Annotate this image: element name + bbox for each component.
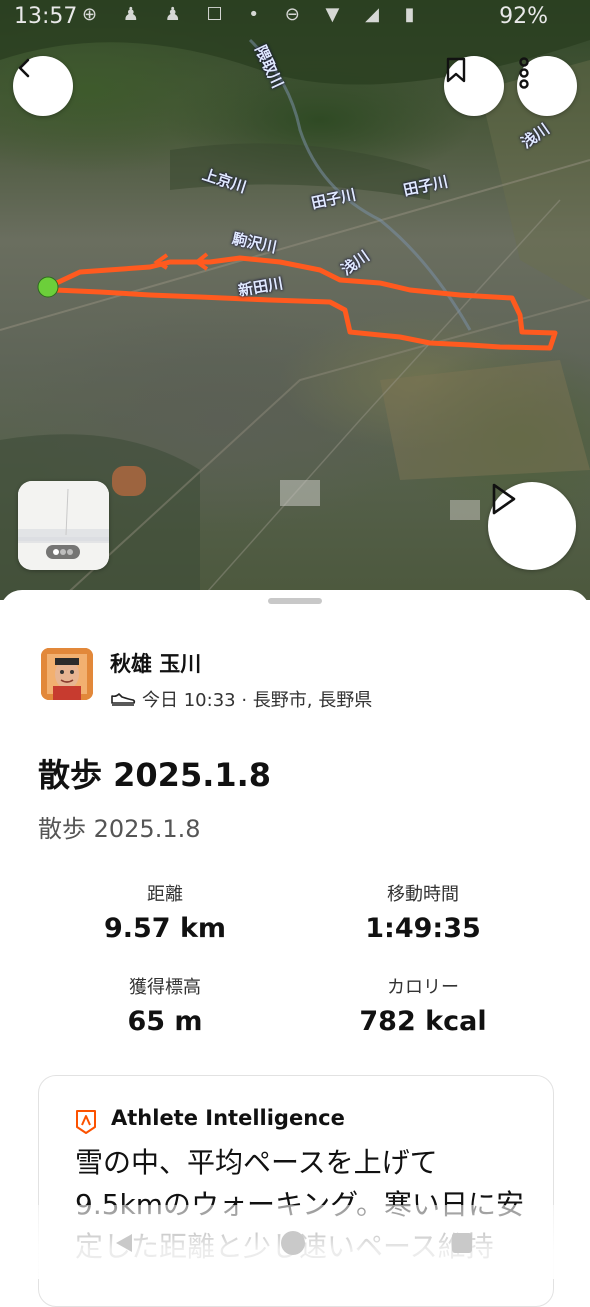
more-options-button[interactable] bbox=[517, 56, 577, 116]
back-button[interactable] bbox=[13, 56, 73, 116]
nav-back-icon[interactable] bbox=[112, 1231, 136, 1255]
stat-calories: カロリー 782 kcal bbox=[298, 973, 548, 1037]
activity-meta: 今日 10:33 · 長野市, 長野県 bbox=[110, 686, 372, 712]
route-map[interactable]: 隈取川 上京川 田子川 田子川 駒沢川 浅川 新田川 浅川 13:57 ⊕ ♟ … bbox=[0, 0, 590, 600]
more-vertical-icon bbox=[519, 57, 529, 89]
play-flyover-button[interactable] bbox=[488, 482, 576, 570]
media-thumbnail[interactable] bbox=[18, 481, 109, 570]
stat-value: 65 m bbox=[127, 1006, 203, 1037]
stat-value: 9.57 km bbox=[103, 913, 227, 944]
nav-home-icon[interactable] bbox=[279, 1229, 307, 1257]
status-bar: 13:57 ⊕ ♟ ♟ ☐ • ⊖ ▼ ◢ ▮ 92% bbox=[0, 0, 590, 36]
start-marker bbox=[37, 276, 59, 298]
bookmark-icon bbox=[446, 57, 466, 83]
battery-level: 92% bbox=[499, 4, 548, 29]
activity-date-location: 今日 10:33 · 長野市, 長野県 bbox=[142, 690, 373, 711]
athlete-name[interactable]: 秋雄 玉川 bbox=[110, 648, 201, 678]
stat-distance: 距離 9.57 km bbox=[40, 880, 290, 944]
stat-label: 距離 bbox=[147, 884, 183, 905]
play-icon bbox=[492, 483, 516, 515]
nav-recents-icon[interactable] bbox=[450, 1231, 474, 1255]
stat-label: カロリー bbox=[387, 977, 459, 998]
activity-details-sheet[interactable]: 秋雄 玉川 今日 10:33 · 長野市, 長野県 散歩 2025.1.8 散歩… bbox=[0, 590, 590, 1307]
activity-description: 散歩 2025.1.8 bbox=[38, 815, 201, 843]
stat-value: 782 kcal bbox=[359, 1006, 487, 1037]
stat-moving-time: 移動時間 1:49:35 bbox=[298, 880, 548, 944]
snow-photo-image bbox=[18, 481, 109, 570]
chevron-left-icon bbox=[18, 58, 30, 78]
stat-label: 移動時間 bbox=[387, 884, 459, 905]
athlete-intelligence-title: Athlete Intelligence bbox=[111, 1106, 345, 1130]
status-time: 13:57 bbox=[14, 4, 78, 29]
system-navigation-bar bbox=[0, 1205, 590, 1279]
athlete-intelligence-icon bbox=[76, 1110, 96, 1134]
stat-elevation-gain: 獲得標高 65 m bbox=[40, 973, 290, 1037]
stat-label: 獲得標高 bbox=[129, 977, 201, 998]
athlete-photo-image bbox=[41, 648, 93, 700]
route-line bbox=[45, 255, 558, 351]
bookmark-button[interactable] bbox=[444, 56, 504, 116]
stat-value: 1:49:35 bbox=[365, 913, 481, 944]
activity-title: 散歩 2025.1.8 bbox=[38, 756, 272, 794]
avatar[interactable] bbox=[41, 648, 93, 700]
status-icons: ⊕ ♟ ♟ ☐ • ⊖ ▼ ◢ ▮ bbox=[82, 4, 425, 25]
sheet-drag-handle[interactable] bbox=[268, 598, 322, 604]
shoe-icon bbox=[111, 693, 136, 706]
